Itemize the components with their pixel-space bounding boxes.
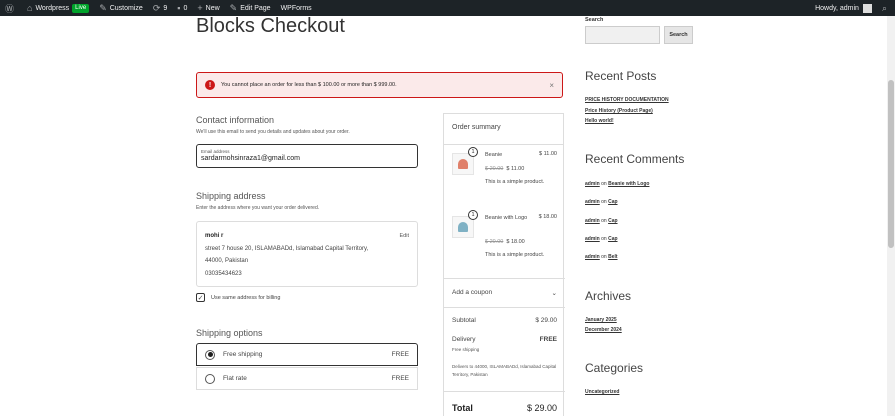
add-coupon-toggle[interactable]: Add a coupon ⌄ [452,289,557,297]
search-icon[interactable]: ⌕ [877,0,895,16]
shipping-options-title: Shipping options [196,328,263,338]
divider [444,391,565,392]
site-name-link[interactable]: ⌂ Wordpress Live [22,0,94,16]
checkmark-icon[interactable]: ✓ [196,293,205,302]
delivery-row: Delivery FREE [452,336,557,343]
comment-post-link[interactable]: Cap [608,218,617,224]
shipping-option-free[interactable]: Free shipping FREE [196,343,418,366]
billing-same-checkbox[interactable]: ✓ Use same address for billing [196,293,280,302]
account-menu[interactable]: Howdy, admin [810,0,877,16]
contact-desc: We'll use this email to send you details… [196,129,350,135]
search-button[interactable]: Search [664,26,693,44]
radio-selected-icon[interactable] [205,349,215,360]
updates-link[interactable]: ⟳ 9 [148,0,172,16]
divider [444,278,565,279]
address-card: mohi r street 7 house 20, ISLAMABADd, Is… [196,221,418,287]
total-row: Total $ 29.00 [452,403,557,413]
edit-page-link[interactable]: ✎ Edit Page [225,0,276,16]
comment-post-link[interactable]: Belt [608,254,617,260]
comment-post-link[interactable]: Cap [608,236,617,242]
recent-comment: admin on Beanie with Logo [585,181,650,187]
edit-address-link[interactable]: Edit [400,230,409,243]
pencil-icon: ✎ [229,2,238,13]
category-link[interactable]: Uncategorized [585,389,619,395]
item-price: $ 11.00 [539,151,557,157]
home-icon: ⌂ [27,3,33,13]
address-phone: 03035434623 [205,270,242,277]
search-input[interactable] [585,26,660,44]
shipping-address-desc: Enter the address where you want your or… [196,205,320,211]
page-title: Blocks Checkout [196,15,345,37]
item-name: Beanie [485,152,503,158]
divider [444,307,565,308]
error-notice: ! You cannot place an order for less tha… [196,72,563,98]
recent-comments-title: Recent Comments [585,152,685,166]
archives-title: Archives [585,289,632,303]
close-icon[interactable]: × [549,81,554,90]
updates-icon: ⟳ [152,2,161,13]
new-content-link[interactable]: + New [192,0,224,16]
archive-link[interactable]: December 2024 [585,327,622,333]
customize-link[interactable]: ✎ Customize [94,0,148,16]
email-value[interactable]: sardarmohsinraza1@gmail.com [201,155,413,162]
delivers-to: Delivers to 44000, ISLAMABADd, Islamabad… [452,364,557,377]
comment-post-link[interactable]: Beanie with Logo [608,181,649,187]
address-line1: street 7 house 20, ISLAMABADd, Islamabad… [205,245,369,252]
item-desc: This is a simple product. [485,179,545,185]
order-summary: Order summary 1 Beanie $ 11.00 $ 20.00 $ … [443,113,565,416]
comment-author-link[interactable]: admin [585,181,600,187]
comment-author-link[interactable]: admin [585,199,600,205]
scrollbar[interactable] [887,16,895,416]
item-prices: $ 20.00 $ 11.00 [485,166,525,172]
recent-posts-title: Recent Posts [585,69,657,83]
admin-bar: Ⓦ ⌂ Wordpress Live ✎ Customize ⟳ 9 ▪ 0 + New ✎… [0,0,895,16]
recent-comment: admin on Cap [585,236,618,242]
comment-author-link[interactable]: admin [585,218,600,224]
notice-text: You cannot place an order for less than … [221,82,397,88]
comment-post-link[interactable]: Cap [608,199,617,205]
comment-author-link[interactable]: admin [585,254,600,260]
comment-author-link[interactable]: admin [585,236,600,242]
live-badge: Live [72,3,90,13]
delivery-method: Free shipping [452,347,480,352]
subtotal-row: Subtotal $ 29.00 [452,317,557,324]
quantity-badge: 1 [468,210,478,220]
radio-icon[interactable] [205,373,215,384]
order-summary-title: Order summary [444,114,563,145]
avatar [862,3,872,13]
recent-comment: admin on Belt [585,254,618,260]
address-line2: 44000, Pakistan [205,258,249,264]
recent-comment: admin on Cap [585,218,618,224]
item-price: $ 18.00 [538,214,557,220]
item-prices: $ 20.00 $ 18.00 [485,239,525,245]
error-icon: ! [205,80,215,90]
categories-title: Categories [585,361,644,375]
wordpress-logo-icon[interactable]: Ⓦ [0,0,22,16]
email-label: Email address [201,149,230,154]
recent-post-link[interactable]: Hello world! [585,118,614,124]
wpforms-link[interactable]: WPForms [276,0,317,16]
shipping-address-title: Shipping address [196,191,266,201]
quantity-badge: 1 [468,147,478,157]
archive-link[interactable]: January 2025 [585,317,617,323]
email-field[interactable]: Email address sardarmohsinraza1@gmail.co… [196,144,418,168]
plus-icon: + [197,3,203,13]
recent-comment: admin on Cap [585,199,618,205]
recent-post-link[interactable]: Price History (Product Page) [585,108,653,114]
comments-link[interactable]: ▪ 0 [172,0,192,16]
address-name: mohi r [205,233,224,239]
chevron-down-icon: ⌄ [551,290,557,297]
search-label: Search [585,17,604,23]
contact-title: Contact information [196,115,275,125]
item-name: Beanie with Logo [485,215,528,221]
comment-icon: ▪ [177,3,181,13]
shipping-option-flat[interactable]: Flat rate FREE [196,367,418,390]
scroll-thumb[interactable] [888,80,894,248]
brush-icon: ✎ [99,2,107,13]
item-desc: This is a simple product. [485,252,545,258]
recent-post-link[interactable]: PRICE HISTORY DOCUMENTATION [585,97,669,103]
